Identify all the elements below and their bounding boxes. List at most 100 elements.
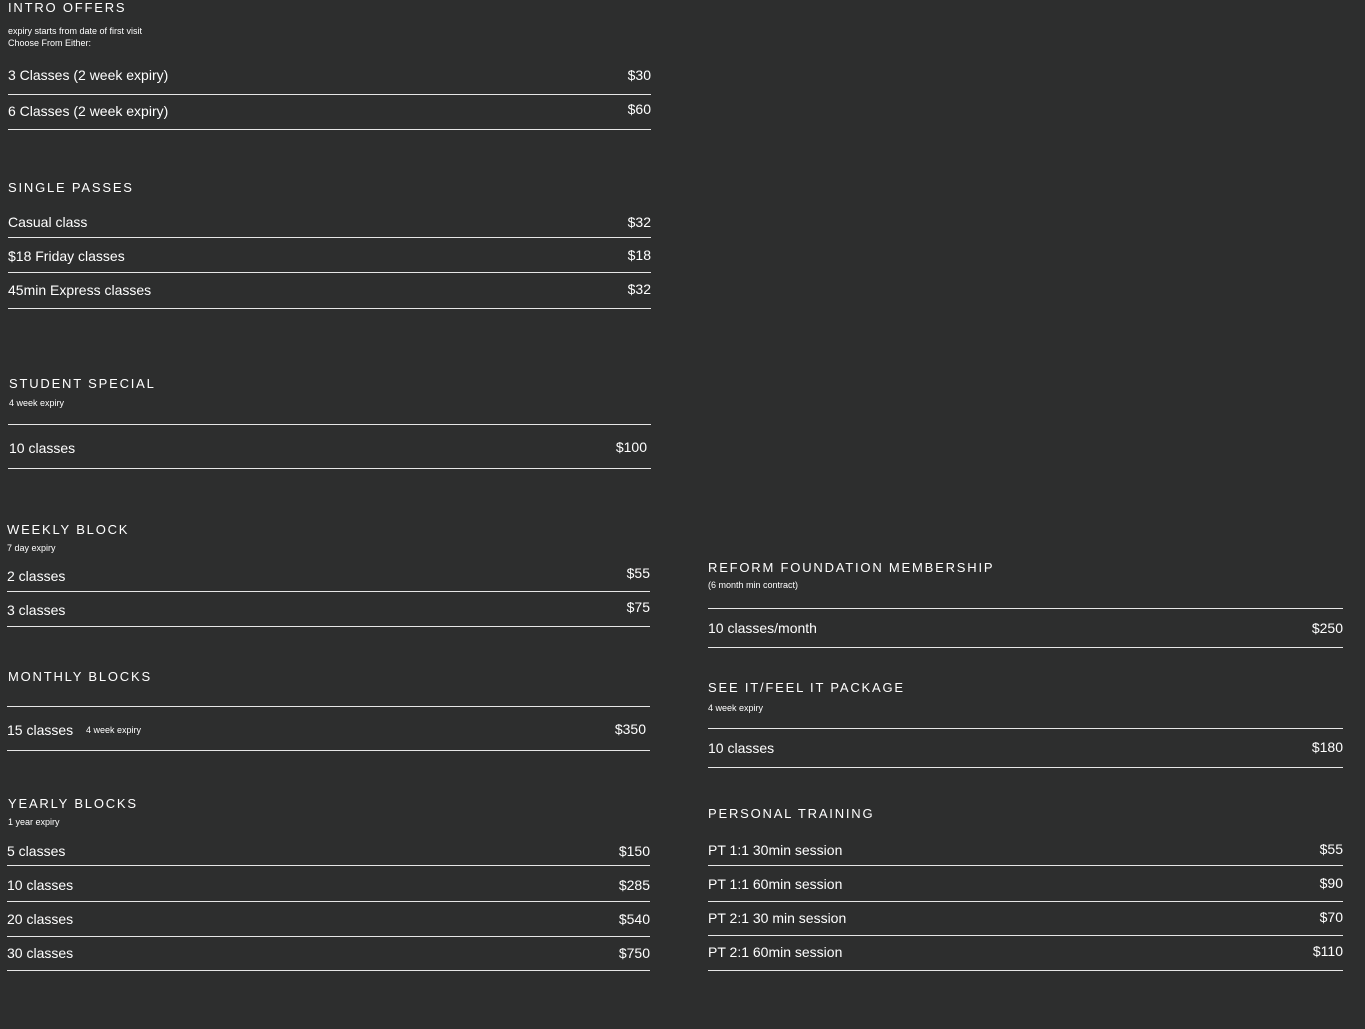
price-row: PT 2:1 60min session $110 bbox=[708, 943, 1343, 979]
item-price: $100 bbox=[615, 439, 647, 455]
item-name: PT 2:1 60min session bbox=[708, 944, 843, 960]
section-title: WEEKLY BLOCK bbox=[7, 522, 130, 537]
price-row: PT 1:1 60min session $90 bbox=[708, 875, 1343, 911]
section-single-passes: SINGLE PASSES Casual class $32 $18 Frida… bbox=[8, 180, 651, 315]
item-name: 5 classes bbox=[7, 843, 66, 859]
item-name: 3 classes bbox=[7, 602, 66, 618]
section-see-it-feel-it: SEE IT/FEEL IT PACKAGE 4 week expiry 10 … bbox=[708, 680, 1343, 775]
section-subtitle: 4 week expiry bbox=[9, 398, 65, 408]
item-name: 10 classes bbox=[7, 877, 74, 893]
section-weekly-block: WEEKLY BLOCK 7 day expiry 2 classes $55 … bbox=[7, 522, 650, 632]
section-title: PERSONAL TRAINING bbox=[708, 806, 875, 821]
price-row: 30 classes $750 bbox=[7, 944, 650, 980]
price-row: 6 Classes (2 week expiry) $60 bbox=[8, 101, 651, 138]
price-row: 10 classes $100 bbox=[8, 439, 651, 475]
section-subtitle: 1 year expiry bbox=[8, 817, 60, 827]
item-price: $55 bbox=[626, 565, 650, 581]
section-intro-offers: INTRO OFFERS expiry starts from date of … bbox=[8, 0, 651, 135]
divider bbox=[8, 424, 651, 425]
section-personal-training: PERSONAL TRAINING PT 1:1 30min session $… bbox=[708, 806, 1343, 976]
item-price: $540 bbox=[618, 911, 650, 927]
divider bbox=[708, 865, 1343, 866]
section-title: INTRO OFFERS bbox=[8, 0, 127, 15]
divider bbox=[7, 591, 650, 592]
item-price: $180 bbox=[1311, 739, 1343, 755]
section-student-special: STUDENT SPECIAL 4 week expiry 10 classes… bbox=[8, 376, 651, 476]
price-row: 3 Classes (2 week expiry) $30 bbox=[8, 66, 651, 102]
item-price: $150 bbox=[618, 843, 650, 859]
divider bbox=[708, 970, 1343, 971]
divider bbox=[708, 647, 1343, 648]
item-price: $350 bbox=[614, 721, 646, 737]
item-price: $32 bbox=[627, 281, 651, 297]
section-subtitle: 4 week expiry bbox=[708, 703, 764, 713]
divider bbox=[708, 767, 1343, 768]
divider bbox=[8, 308, 651, 309]
divider bbox=[708, 608, 1343, 609]
section-subtitle: expiry starts from date of first visit bbox=[8, 26, 143, 36]
section-title: REFORM FOUNDATION MEMBERSHIP bbox=[708, 560, 995, 575]
price-row: 20 classes $540 bbox=[7, 910, 650, 946]
price-row: 10 classes/month $250 bbox=[708, 619, 1343, 655]
divider bbox=[7, 750, 650, 751]
item-note: 4 week expiry bbox=[86, 725, 142, 735]
item-price: $32 bbox=[627, 214, 651, 230]
item-price: $55 bbox=[1319, 841, 1343, 857]
section-monthly-blocks: MONTHLY BLOCKS 15 classes 4 week expiry … bbox=[7, 669, 650, 759]
item-name: 3 Classes (2 week expiry) bbox=[8, 67, 169, 83]
section-title: SINGLE PASSES bbox=[8, 180, 134, 195]
section-yearly-blocks: YEARLY BLOCKS 1 year expiry 5 classes $1… bbox=[7, 796, 650, 976]
section-title: STUDENT SPECIAL bbox=[9, 376, 156, 391]
item-name: $18 Friday classes bbox=[8, 248, 125, 264]
divider bbox=[708, 728, 1343, 729]
item-price: $70 bbox=[1319, 909, 1343, 925]
item-price: $90 bbox=[1319, 875, 1343, 891]
item-price: $18 bbox=[627, 247, 651, 263]
price-row: 15 classes 4 week expiry $350 bbox=[7, 721, 650, 757]
price-row: 10 classes $180 bbox=[708, 739, 1343, 775]
divider bbox=[708, 901, 1343, 902]
price-row: Casual class $32 bbox=[8, 213, 651, 249]
price-row: 10 classes $285 bbox=[7, 876, 650, 912]
item-name: 20 classes bbox=[7, 911, 74, 927]
item-price: $250 bbox=[1311, 620, 1343, 636]
item-name: PT 1:1 60min session bbox=[708, 876, 843, 892]
price-row: 5 classes $150 bbox=[7, 842, 650, 878]
divider bbox=[8, 237, 651, 238]
item-price: $30 bbox=[627, 67, 651, 83]
item-name: 45min Express classes bbox=[8, 282, 152, 298]
item-name: PT 2:1 30 min session bbox=[708, 910, 847, 926]
price-row: 2 classes $55 bbox=[7, 565, 650, 603]
item-name: 30 classes bbox=[7, 945, 74, 961]
item-price: $110 bbox=[1312, 943, 1343, 959]
price-row: 45min Express classes $32 bbox=[8, 281, 651, 317]
divider bbox=[8, 129, 651, 130]
item-name: 10 classes bbox=[708, 740, 775, 756]
item-name: 10 classes bbox=[9, 440, 76, 456]
item-name: 6 Classes (2 week expiry) bbox=[8, 103, 169, 119]
divider bbox=[8, 468, 651, 469]
item-name: 15 classes bbox=[7, 722, 74, 738]
section-title: MONTHLY BLOCKS bbox=[8, 669, 152, 684]
item-name: PT 1:1 30min session bbox=[708, 842, 843, 858]
section-subtitle: 7 day expiry bbox=[7, 543, 56, 553]
price-row: 3 classes $75 bbox=[7, 599, 650, 637]
divider bbox=[8, 94, 651, 95]
item-name: Casual class bbox=[8, 214, 88, 230]
section-subtitle: Choose From Either: bbox=[8, 38, 92, 48]
section-subtitle: (6 month min contract) bbox=[708, 580, 799, 590]
section-title: SEE IT/FEEL IT PACKAGE bbox=[708, 680, 905, 695]
divider bbox=[7, 936, 650, 937]
item-price: $750 bbox=[618, 945, 650, 961]
price-row: PT 2:1 30 min session $70 bbox=[708, 909, 1343, 945]
item-name: 10 classes/month bbox=[708, 620, 817, 636]
price-row: $18 Friday classes $18 bbox=[8, 247, 651, 283]
section-title: YEARLY BLOCKS bbox=[8, 796, 138, 811]
item-price: $75 bbox=[626, 599, 650, 615]
divider bbox=[7, 706, 650, 707]
divider bbox=[7, 865, 650, 866]
item-price: $285 bbox=[618, 877, 650, 893]
divider bbox=[7, 970, 650, 971]
divider bbox=[8, 272, 651, 273]
item-name: 2 classes bbox=[7, 568, 66, 584]
